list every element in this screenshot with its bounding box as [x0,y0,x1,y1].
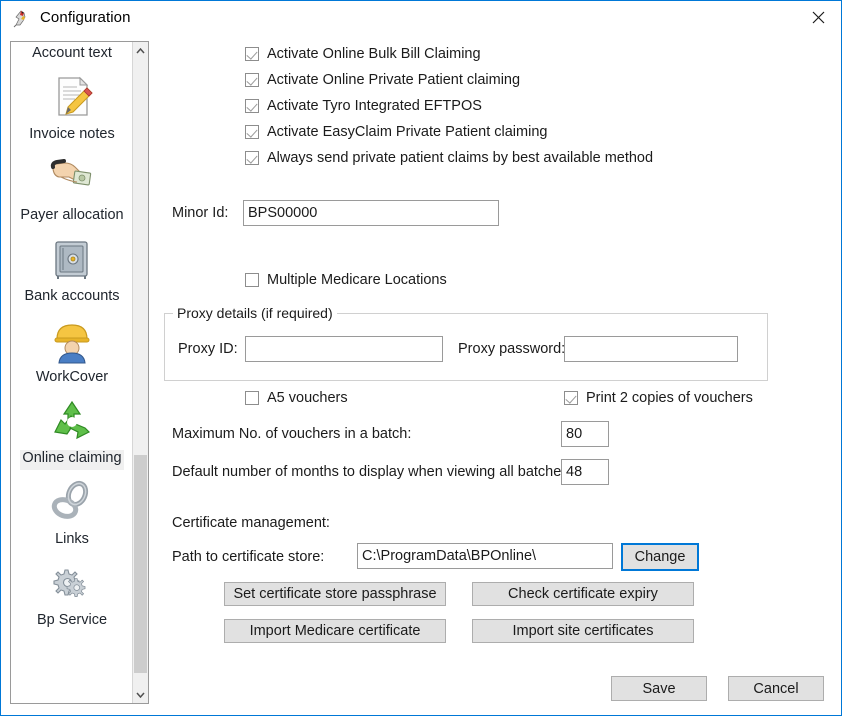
checkbox-row-always-send-best-method[interactable]: Always send private patient claims by be… [245,145,653,171]
change-path-button[interactable]: Change [621,543,699,571]
proxy-password-label: Proxy password: [458,341,566,357]
checkbox-label: Multiple Medicare Locations [267,272,447,288]
checkbox-multiple-medicare-locations[interactable] [245,273,259,287]
certificate-management-label: Certificate management: [172,515,330,531]
checkbox-label: Print 2 copies of vouchers [586,390,753,406]
max-vouchers-input[interactable] [561,421,609,447]
checkbox-label: Activate EasyClaim Private Patient claim… [267,124,548,140]
chevron-up-icon[interactable] [133,42,148,59]
sidebar-items: Account text Invoice notes Payer allocat… [11,42,133,634]
proxy-details-group: Proxy details (if required) Proxy ID: Pr… [164,305,768,381]
import-site-certificates-button[interactable]: Import site certificates [472,619,694,643]
checkbox-activate-bulk-bill[interactable] [245,47,259,61]
checkbox-label: Always send private patient claims by be… [267,150,654,166]
sidebar-item-label: Bp Service [36,612,108,628]
import-medicare-certificate-button[interactable]: Import Medicare certificate [224,619,446,643]
minor-id-label: Minor Id: [172,205,229,221]
checkbox-row-activate-bulk-bill[interactable]: Activate Online Bulk Bill Claiming [245,41,653,67]
document-pencil-icon [44,69,100,125]
checkbox-row-multiple-medicare-locations[interactable]: Multiple Medicare Locations [245,267,447,293]
default-months-input[interactable] [561,459,609,485]
sidebar-item-links[interactable]: Links [11,472,133,553]
checkbox-label: Activate Tyro Integrated EFTPOS [267,98,482,114]
minor-id-input[interactable] [243,200,499,226]
checkbox-always-send-best-method[interactable] [245,151,259,165]
certificate-path-input[interactable] [357,543,613,569]
sidebar-item-payer-allocation[interactable]: Payer allocation [11,148,133,229]
sidebar-item-label: Bank accounts [24,288,120,304]
sidebar-item-label: Links [55,531,89,547]
activation-options-group: Activate Online Bulk Bill Claiming Activ… [245,41,653,171]
configuration-window: Configuration Account text Invoice notes… [0,0,842,716]
chain-links-icon [44,474,100,530]
proxy-id-label: Proxy ID: [178,341,238,357]
checkbox-row-print-2-copies[interactable]: Print 2 copies of vouchers [564,385,753,411]
cancel-button[interactable]: Cancel [728,676,824,701]
chevron-down-icon[interactable] [133,686,148,703]
checkbox-activate-tyro-eftpos[interactable] [245,99,259,113]
checkbox-label: Activate Online Bulk Bill Claiming [267,46,481,62]
sidebar-item-label: WorkCover [35,369,109,385]
sidebar-item-workcover[interactable]: WorkCover [11,310,133,391]
bird-icon [10,7,32,29]
check-certificate-expiry-button[interactable]: Check certificate expiry [472,582,694,606]
sidebar-item-label: Online claiming [20,450,124,470]
checkbox-a5-vouchers[interactable] [245,391,259,405]
set-certificate-passphrase-button[interactable]: Set certificate store passphrase [224,582,446,606]
sidebar-item-bank-accounts[interactable]: Bank accounts [11,229,133,310]
sidebar-item-label: Payer allocation [20,207,124,223]
proxy-password-input[interactable] [564,336,738,362]
proxy-group-title: Proxy details (if required) [173,305,337,321]
window-title: Configuration [40,9,131,26]
default-months-label: Default number of months to display when… [172,464,573,480]
checkbox-row-a5-vouchers[interactable]: A5 vouchers [245,385,348,411]
checkbox-row-activate-easyclaim[interactable]: Activate EasyClaim Private Patient claim… [245,119,653,145]
sidebar-item-invoice-notes[interactable]: Invoice notes [11,67,133,148]
safe-icon [44,231,100,287]
checkbox-activate-easyclaim[interactable] [245,125,259,139]
sidebar-item-bp-service[interactable]: Bp Service [11,553,133,634]
sidebar-scrollbar[interactable] [132,42,148,703]
gears-icon [44,555,100,611]
proxy-id-input[interactable] [245,336,443,362]
recycle-arrows-icon [44,393,100,449]
sidebar-item-online-claiming[interactable]: Online claiming [11,391,133,472]
title-bar: Configuration [1,1,841,34]
max-vouchers-label: Maximum No. of vouchers in a batch: [172,426,412,442]
scrollbar-thumb[interactable] [134,455,147,673]
certificate-path-label: Path to certificate store: [172,549,325,565]
save-button[interactable]: Save [611,676,707,701]
checkbox-print-2-copies[interactable] [564,391,578,405]
checkbox-row-activate-private-patient[interactable]: Activate Online Private Patient claiming [245,67,653,93]
sidebar-item-account-text[interactable]: Account text [11,45,133,67]
worker-helmet-icon [44,312,100,368]
sidebar-item-label: Invoice notes [29,126,115,142]
close-icon[interactable] [795,1,841,33]
sidebar-item-label: Account text [32,45,112,61]
checkbox-label: A5 vouchers [267,390,348,406]
checkbox-row-activate-tyro-eftpos[interactable]: Activate Tyro Integrated EFTPOS [245,93,653,119]
checkbox-label: Activate Online Private Patient claiming [267,72,521,88]
sidebar-navigation-list[interactable]: Account text Invoice notes Payer allocat… [10,41,149,704]
hand-money-icon [44,150,100,206]
checkbox-activate-private-patient[interactable] [245,73,259,87]
